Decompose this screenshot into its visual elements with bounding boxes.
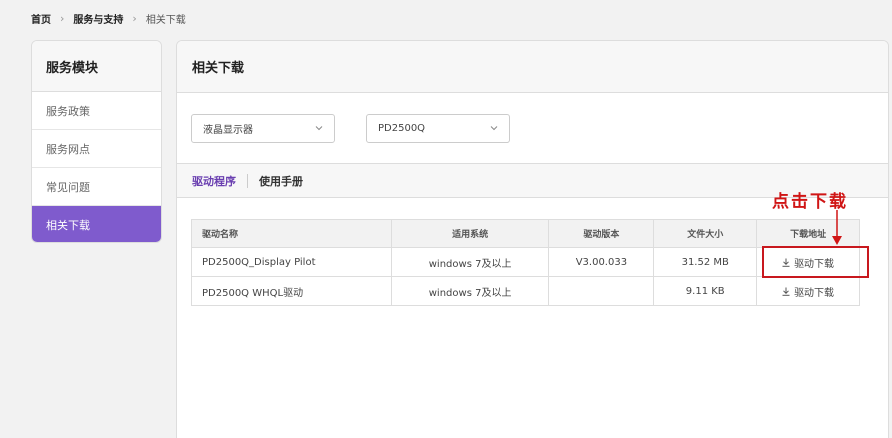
column-header-name: 驱动名称 bbox=[191, 219, 392, 248]
driver-download-link[interactable]: 驱动下载 bbox=[782, 284, 834, 299]
sidebar-item-downloads[interactable]: 相关下载 bbox=[32, 206, 161, 242]
download-icon bbox=[782, 258, 790, 267]
sidebar-item-service-outlets[interactable]: 服务网点 bbox=[32, 130, 161, 168]
annotation-click-download: 点击下载 bbox=[772, 192, 848, 212]
tab-divider bbox=[247, 173, 248, 188]
driver-download-cell: 驱动下载 bbox=[756, 276, 860, 306]
tab-drivers[interactable]: 驱动程序 bbox=[192, 173, 236, 189]
driver-version: V3.00.033 bbox=[548, 247, 655, 277]
breadcrumb-service[interactable]: 服务与支持 bbox=[73, 11, 123, 26]
breadcrumb: 首页 › 服务与支持 › 相关下载 bbox=[31, 11, 186, 26]
page-title: 相关下载 bbox=[177, 41, 888, 93]
driver-size: 31.52 MB bbox=[653, 247, 758, 277]
driver-version bbox=[548, 276, 655, 306]
category-select-value: 液晶显示器 bbox=[203, 125, 253, 136]
download-label: 驱动下载 bbox=[794, 258, 835, 270]
download-label: 驱动下载 bbox=[794, 287, 835, 299]
main-panel: 相关下载 液晶显示器 PD2500Q 驱动程序 使用手册 驱动名称 适用系统 驱… bbox=[176, 40, 889, 438]
sidebar-item-faq[interactable]: 常见问题 bbox=[32, 168, 161, 206]
driver-download-cell: 驱动下载 bbox=[756, 247, 860, 277]
column-header-version: 驱动版本 bbox=[548, 219, 655, 248]
table-header-row: 驱动名称 适用系统 驱动版本 文件大小 下载地址 bbox=[191, 219, 860, 248]
breadcrumb-current: 相关下载 bbox=[145, 14, 186, 26]
breadcrumb-home[interactable]: 首页 bbox=[31, 11, 51, 26]
driver-name: PD2500Q WHQL驱动 bbox=[191, 276, 392, 306]
table-row: PD2500Q WHQL驱动 windows 7及以上 9.11 KB 驱动下载 bbox=[191, 276, 860, 306]
product-select[interactable]: PD2500Q bbox=[366, 114, 510, 143]
driver-size: 9.11 KB bbox=[653, 276, 758, 306]
arrow-down-icon bbox=[832, 210, 842, 245]
sidebar-title: 服务模块 bbox=[32, 41, 161, 92]
chevron-down-icon bbox=[490, 126, 498, 131]
tab-manuals[interactable]: 使用手册 bbox=[259, 173, 303, 189]
driver-name: PD2500Q_Display Pilot bbox=[191, 247, 392, 277]
driver-os: windows 7及以上 bbox=[390, 276, 550, 306]
column-header-size: 文件大小 bbox=[653, 219, 758, 248]
sidebar-item-service-policy[interactable]: 服务政策 bbox=[32, 92, 161, 130]
product-select-value: PD2500Q bbox=[378, 123, 426, 134]
driver-download-link[interactable]: 驱动下载 bbox=[782, 255, 834, 270]
chevron-down-icon bbox=[315, 126, 323, 131]
driver-table: 驱动名称 适用系统 驱动版本 文件大小 下载地址 PD2500Q_Display… bbox=[191, 219, 860, 306]
category-select[interactable]: 液晶显示器 bbox=[191, 114, 335, 143]
driver-os: windows 7及以上 bbox=[390, 247, 550, 277]
download-icon bbox=[782, 287, 790, 296]
sidebar: 服务模块 服务政策 服务网点 常见问题 相关下载 bbox=[31, 40, 162, 243]
table-row: PD2500Q_Display Pilot windows 7及以上 V3.00… bbox=[191, 247, 860, 277]
chevron-right-icon: › bbox=[60, 11, 65, 25]
column-header-os: 适用系统 bbox=[390, 219, 550, 248]
column-header-download: 下载地址 bbox=[756, 219, 860, 248]
chevron-right-icon: › bbox=[132, 11, 137, 25]
